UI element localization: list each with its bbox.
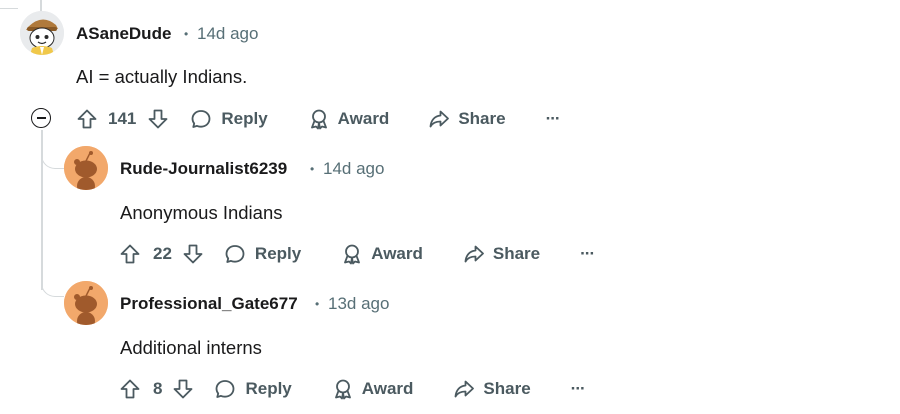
more-dots-icon: ··· bbox=[580, 244, 595, 263]
upvote-button[interactable] bbox=[119, 243, 141, 265]
vote-count: 22 bbox=[153, 244, 172, 263]
award-ribbon-icon bbox=[310, 109, 327, 130]
share-label: Share bbox=[492, 244, 541, 263]
share-label: Share bbox=[483, 379, 531, 398]
downvote-button[interactable] bbox=[182, 243, 204, 265]
snoo-avatar-icon bbox=[20, 11, 64, 55]
separator-dot: • bbox=[184, 27, 189, 41]
downvote-arrow-icon bbox=[174, 379, 193, 399]
username[interactable]: Professional_Gate677 bbox=[120, 294, 298, 314]
separator-dot: • bbox=[315, 297, 320, 311]
share-button[interactable]: Share bbox=[453, 378, 531, 400]
timestamp[interactable]: 14d ago bbox=[197, 24, 258, 44]
downvote-arrow-icon bbox=[148, 109, 168, 129]
vote-count: 141 bbox=[108, 109, 137, 128]
comment-actions: 141 Reply Award Share ··· bbox=[76, 101, 561, 137]
comment-bubble-icon bbox=[216, 380, 235, 398]
award-button[interactable]: Award bbox=[308, 108, 390, 130]
award-label: Award bbox=[337, 109, 390, 128]
comment-body: AI = actually Indians. bbox=[76, 66, 248, 87]
reply-label: Reply bbox=[245, 379, 292, 398]
share-button[interactable]: Share bbox=[463, 243, 540, 265]
username[interactable]: Rude-Journalist6239 bbox=[120, 159, 287, 179]
award-button[interactable]: Award bbox=[341, 243, 423, 265]
vote-count: 8 bbox=[153, 379, 163, 398]
comment-body: Additional interns bbox=[120, 337, 262, 358]
share-arrow-icon bbox=[429, 110, 450, 128]
upvote-arrow-icon bbox=[120, 379, 140, 399]
thread-line-top-corner bbox=[0, 0, 18, 9]
share-arrow-icon bbox=[455, 380, 475, 398]
more-options-button[interactable]: ··· bbox=[580, 244, 595, 264]
more-options-button[interactable]: ··· bbox=[545, 109, 561, 129]
more-dots-icon: ··· bbox=[545, 109, 561, 128]
reply-button[interactable]: Reply bbox=[190, 108, 268, 130]
award-button[interactable]: Award bbox=[332, 378, 414, 400]
share-label: Share bbox=[458, 109, 506, 128]
comment-bubble-icon bbox=[191, 110, 211, 128]
more-dots-icon: ··· bbox=[570, 379, 586, 398]
share-button[interactable]: Share bbox=[428, 108, 506, 130]
more-options-button[interactable]: ··· bbox=[570, 379, 586, 399]
upvote-button[interactable] bbox=[119, 378, 141, 400]
comment-actions: 8 Reply Award Share ··· bbox=[119, 371, 586, 407]
minus-icon bbox=[36, 117, 46, 119]
thread-branch-1 bbox=[41, 148, 64, 169]
comment-bubble-icon bbox=[225, 245, 245, 263]
award-label: Award bbox=[371, 244, 423, 263]
downvote-button[interactable] bbox=[172, 378, 194, 400]
avatar[interactable] bbox=[20, 11, 64, 55]
avatar[interactable] bbox=[64, 281, 108, 325]
upvote-arrow-icon bbox=[120, 244, 140, 264]
avatar[interactable] bbox=[64, 146, 108, 190]
reply-button[interactable]: Reply bbox=[224, 243, 301, 265]
username[interactable]: ASaneDude bbox=[76, 24, 171, 44]
downvote-arrow-icon bbox=[183, 244, 203, 264]
upvote-button[interactable] bbox=[76, 108, 98, 130]
separator-dot: • bbox=[310, 162, 315, 176]
timestamp[interactable]: 14d ago bbox=[323, 159, 384, 179]
reply-button[interactable]: Reply bbox=[214, 378, 292, 400]
snoo-avatar-icon bbox=[64, 281, 108, 325]
award-ribbon-icon bbox=[334, 379, 351, 400]
downvote-button[interactable] bbox=[147, 108, 169, 130]
award-ribbon-icon bbox=[344, 244, 361, 265]
comment-actions: 22 Reply Award Share ··· bbox=[119, 236, 595, 272]
thread-branch-2 bbox=[41, 276, 64, 297]
reply-label: Reply bbox=[254, 244, 302, 263]
collapse-thread-button[interactable] bbox=[31, 108, 51, 128]
snoo-avatar-icon bbox=[64, 146, 108, 190]
upvote-arrow-icon bbox=[77, 109, 97, 129]
comment-body: Anonymous Indians bbox=[120, 202, 283, 223]
award-label: Award bbox=[361, 379, 414, 398]
timestamp[interactable]: 13d ago bbox=[328, 294, 389, 314]
reply-label: Reply bbox=[221, 109, 268, 128]
share-arrow-icon bbox=[464, 245, 484, 263]
